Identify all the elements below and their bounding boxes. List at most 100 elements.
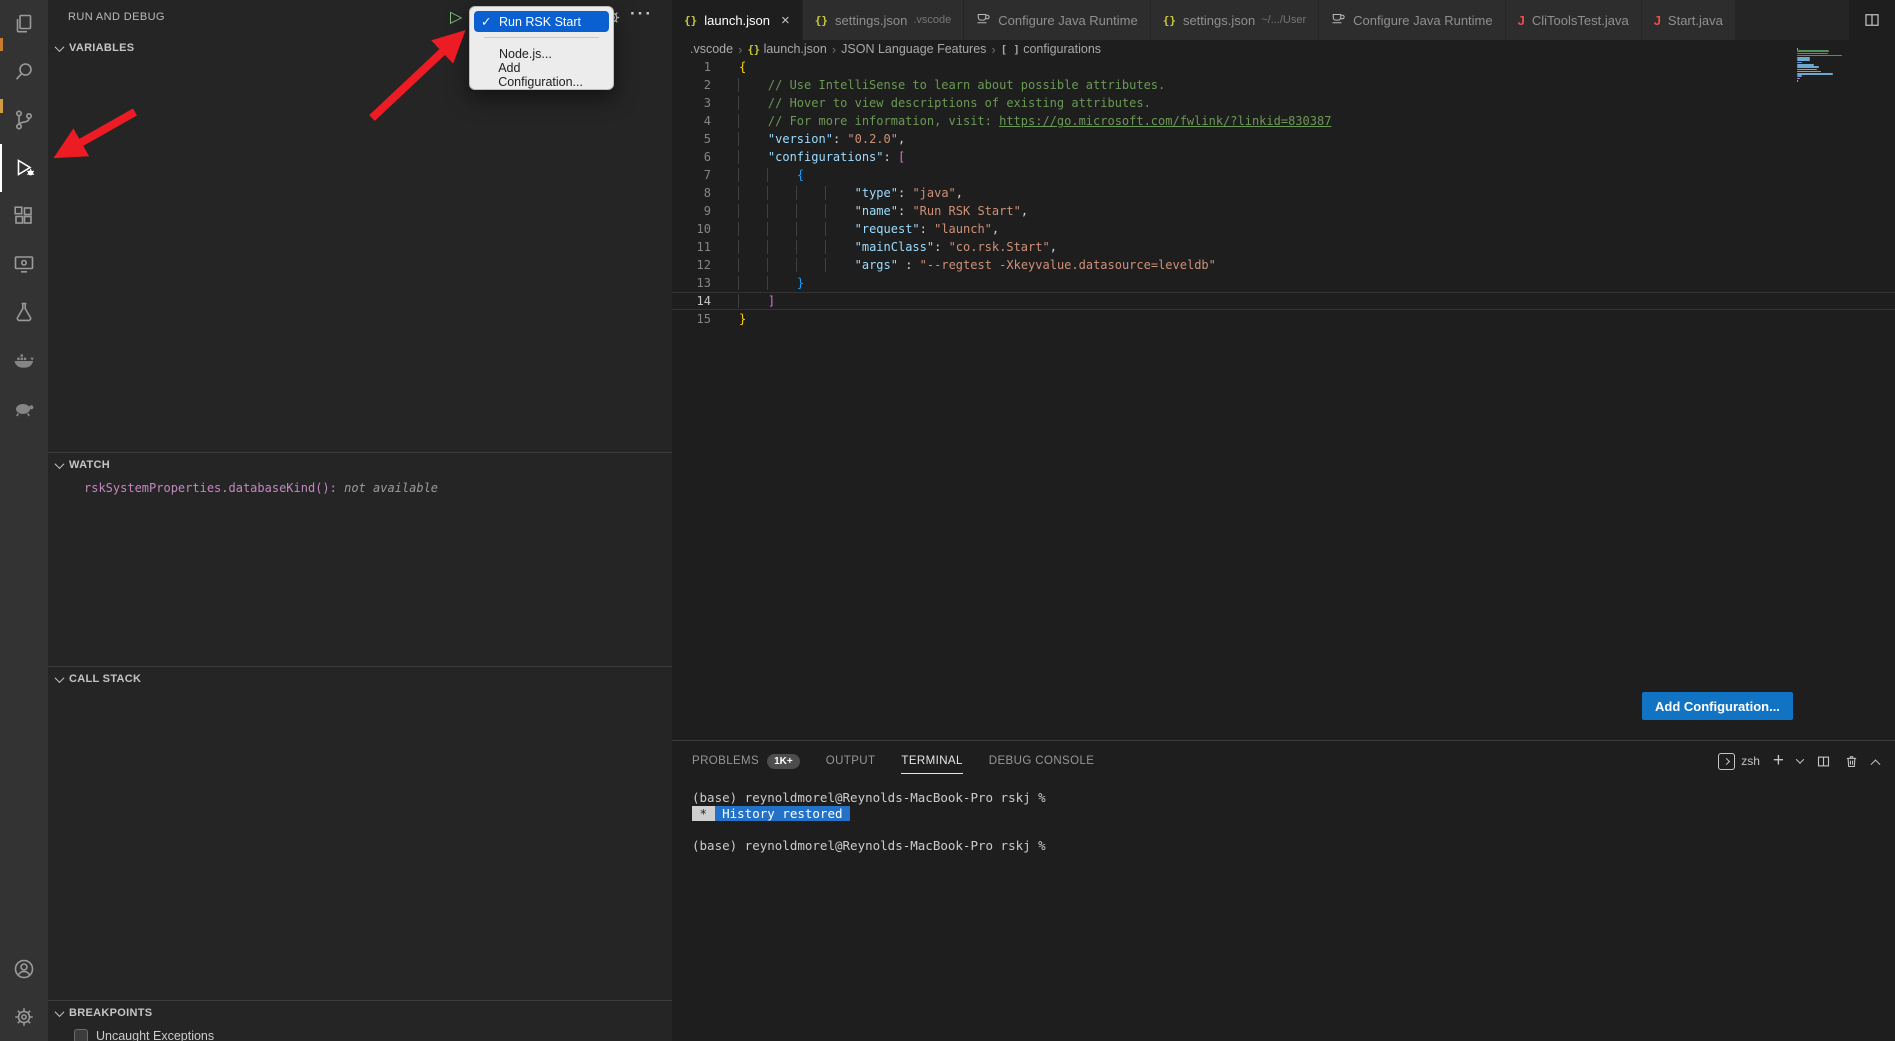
indent-guide [738, 222, 768, 236]
indent-guide [825, 240, 855, 254]
java-file-icon: J [1654, 13, 1661, 28]
tab-settings.json[interactable]: {}settings.json.vscode [803, 0, 964, 40]
code-token: "configurations" [768, 150, 884, 164]
indent-guide [767, 258, 797, 272]
docker-icon[interactable] [0, 336, 48, 384]
add-configuration-button[interactable]: Add Configuration... [1642, 692, 1793, 720]
tab-configure java runtime[interactable]: Configure Java Runtime [1319, 0, 1505, 40]
minimap[interactable] [1797, 48, 1845, 82]
code-line: 1{ [672, 58, 1895, 76]
terminal-dropdown-icon[interactable] [1796, 755, 1804, 763]
launch-profile-icon[interactable] [1718, 753, 1735, 770]
breadcrumb-item[interactable]: .vscode [690, 42, 733, 56]
uncaught-exceptions-checkbox[interactable] [74, 1029, 88, 1041]
tab-configure java runtime[interactable]: Configure Java Runtime [964, 0, 1150, 40]
code-token: "mainClass" [855, 240, 934, 254]
code-token: } [739, 312, 746, 326]
new-terminal-icon[interactable]: + [1773, 753, 1784, 769]
start-debugging-button[interactable]: ▷ [450, 7, 462, 27]
line-number: 11 [672, 238, 718, 256]
code-token: [ [898, 150, 905, 164]
line-text: "mainClass": "co.rsk.Start", [739, 238, 1057, 256]
code-editor[interactable]: 1{2 // Use IntelliSense to learn about p… [672, 58, 1895, 328]
testing-icon[interactable] [0, 288, 48, 336]
minimap-line [1797, 59, 1810, 61]
terminal-text: History restored [715, 806, 850, 821]
java-runtime-cup-icon [976, 12, 991, 29]
line-text: ] [739, 292, 775, 310]
indent-guide [767, 222, 797, 236]
menu-item-run-rsk-start[interactable]: ✓Run RSK Start [474, 11, 609, 32]
tab-launch.json[interactable]: {}launch.json× [672, 0, 803, 40]
breakpoints-section-header[interactable]: BREAKPOINTS [48, 1001, 672, 1025]
extension-misc-icon[interactable] [0, 384, 48, 432]
explorer-icon[interactable] [0, 0, 48, 48]
close-icon[interactable]: × [781, 12, 790, 29]
code-line: 14 ] [672, 292, 1895, 310]
code-token: "name" [855, 204, 898, 218]
tab-settings.json[interactable]: {}settings.json~/.../User [1151, 0, 1319, 40]
line-number: 5 [672, 130, 718, 148]
breadcrumb-item[interactable]: JSON Language Features [841, 42, 986, 56]
tab-bar: {}launch.json×{}settings.json.vscode Conf… [672, 0, 1895, 40]
code-line: 11 "mainClass": "co.rsk.Start", [672, 238, 1895, 256]
indent-guide [767, 186, 797, 200]
panel-tab-problems[interactable]: PROBLEMS1K+ [692, 741, 800, 781]
menu-item-label: Run RSK Start [499, 15, 581, 29]
breadcrumb-item[interactable]: [ ] configurations [1001, 42, 1101, 56]
tab-clitoolstest.java[interactable]: JCliToolsTest.java [1506, 0, 1642, 40]
tab-label: Configure Java Runtime [998, 13, 1137, 28]
line-text: "args" : "--regtest -Xkeyvalue.datasourc… [739, 256, 1216, 274]
panel-tabs: PROBLEMS1K+ OUTPUT TERMINAL DEBUG CONSOLE [692, 741, 1120, 781]
source-control-icon[interactable] [0, 96, 48, 144]
extensions-icon[interactable] [0, 192, 48, 240]
panel-tab-debug-console[interactable]: DEBUG CONSOLE [989, 741, 1095, 781]
code-line: 15} [672, 310, 1895, 328]
split-editor-icon[interactable] [1849, 0, 1895, 40]
watch-expression-row[interactable]: rskSystemProperties.databaseKind(): not … [48, 477, 672, 495]
indent-guide [738, 258, 768, 272]
tab-description: .vscode [913, 14, 951, 26]
line-text: // Use IntelliSense to learn about possi… [739, 76, 1165, 94]
line-number: 14 [672, 292, 718, 310]
more-actions-button[interactable]: ··· [630, 4, 653, 24]
call-stack-section-header[interactable]: CALL STACK [48, 667, 672, 691]
line-text: "version": "0.2.0", [739, 130, 905, 148]
indent-guide [738, 78, 768, 92]
line-number: 1 [672, 58, 718, 76]
section-label: WATCH [69, 459, 110, 471]
menu-item-add-configuration-[interactable]: Add Configuration... [474, 64, 609, 85]
code-token: // For more information, visit: [768, 114, 999, 128]
breadcrumb-separator: › [991, 42, 995, 57]
indent-guide [738, 294, 768, 308]
tab-start.java[interactable]: JStart.java [1642, 0, 1736, 40]
panel-tab-terminal[interactable]: TERMINAL [901, 741, 962, 781]
line-text: } [739, 310, 746, 328]
remote-explorer-icon[interactable] [0, 240, 48, 288]
indent-guide [825, 222, 855, 236]
maximize-panel-icon[interactable] [1871, 759, 1881, 769]
terminal-output[interactable]: (base) reynoldmorel@Reynolds-MacBook-Pro… [692, 790, 1885, 854]
java-runtime-cup-icon [1331, 12, 1346, 29]
menu-separator [484, 37, 599, 38]
code-token: "args" [855, 258, 898, 272]
indent-guide [738, 150, 768, 164]
panel-tab-output[interactable]: OUTPUT [826, 741, 876, 781]
bottom-panel: PROBLEMS1K+OUTPUTTERMINALDEBUG CONSOLE z… [672, 740, 1895, 1041]
indent-guide [738, 204, 768, 218]
kill-terminal-trash-icon[interactable] [1844, 754, 1859, 769]
line-number: 4 [672, 112, 718, 130]
breadcrumb-icon: {} [747, 44, 760, 56]
account-icon[interactable] [0, 945, 48, 993]
minimap-line [1797, 66, 1819, 68]
settings-gear-icon[interactable] [0, 993, 48, 1041]
terminal-text: (base) reynoldmorel@Reynolds-MacBook-Pro… [692, 838, 1046, 853]
run-and-debug-icon[interactable] [0, 144, 48, 192]
sidebar-title: RUN AND DEBUG [68, 11, 165, 23]
search-icon[interactable] [0, 48, 48, 96]
terminal-line: (base) reynoldmorel@Reynolds-MacBook-Pro… [692, 790, 1885, 806]
breadcrumb-item[interactable]: {} launch.json [747, 42, 826, 56]
indent-guide [796, 222, 826, 236]
split-terminal-icon[interactable] [1816, 754, 1831, 769]
watch-section-header[interactable]: WATCH [48, 453, 672, 477]
